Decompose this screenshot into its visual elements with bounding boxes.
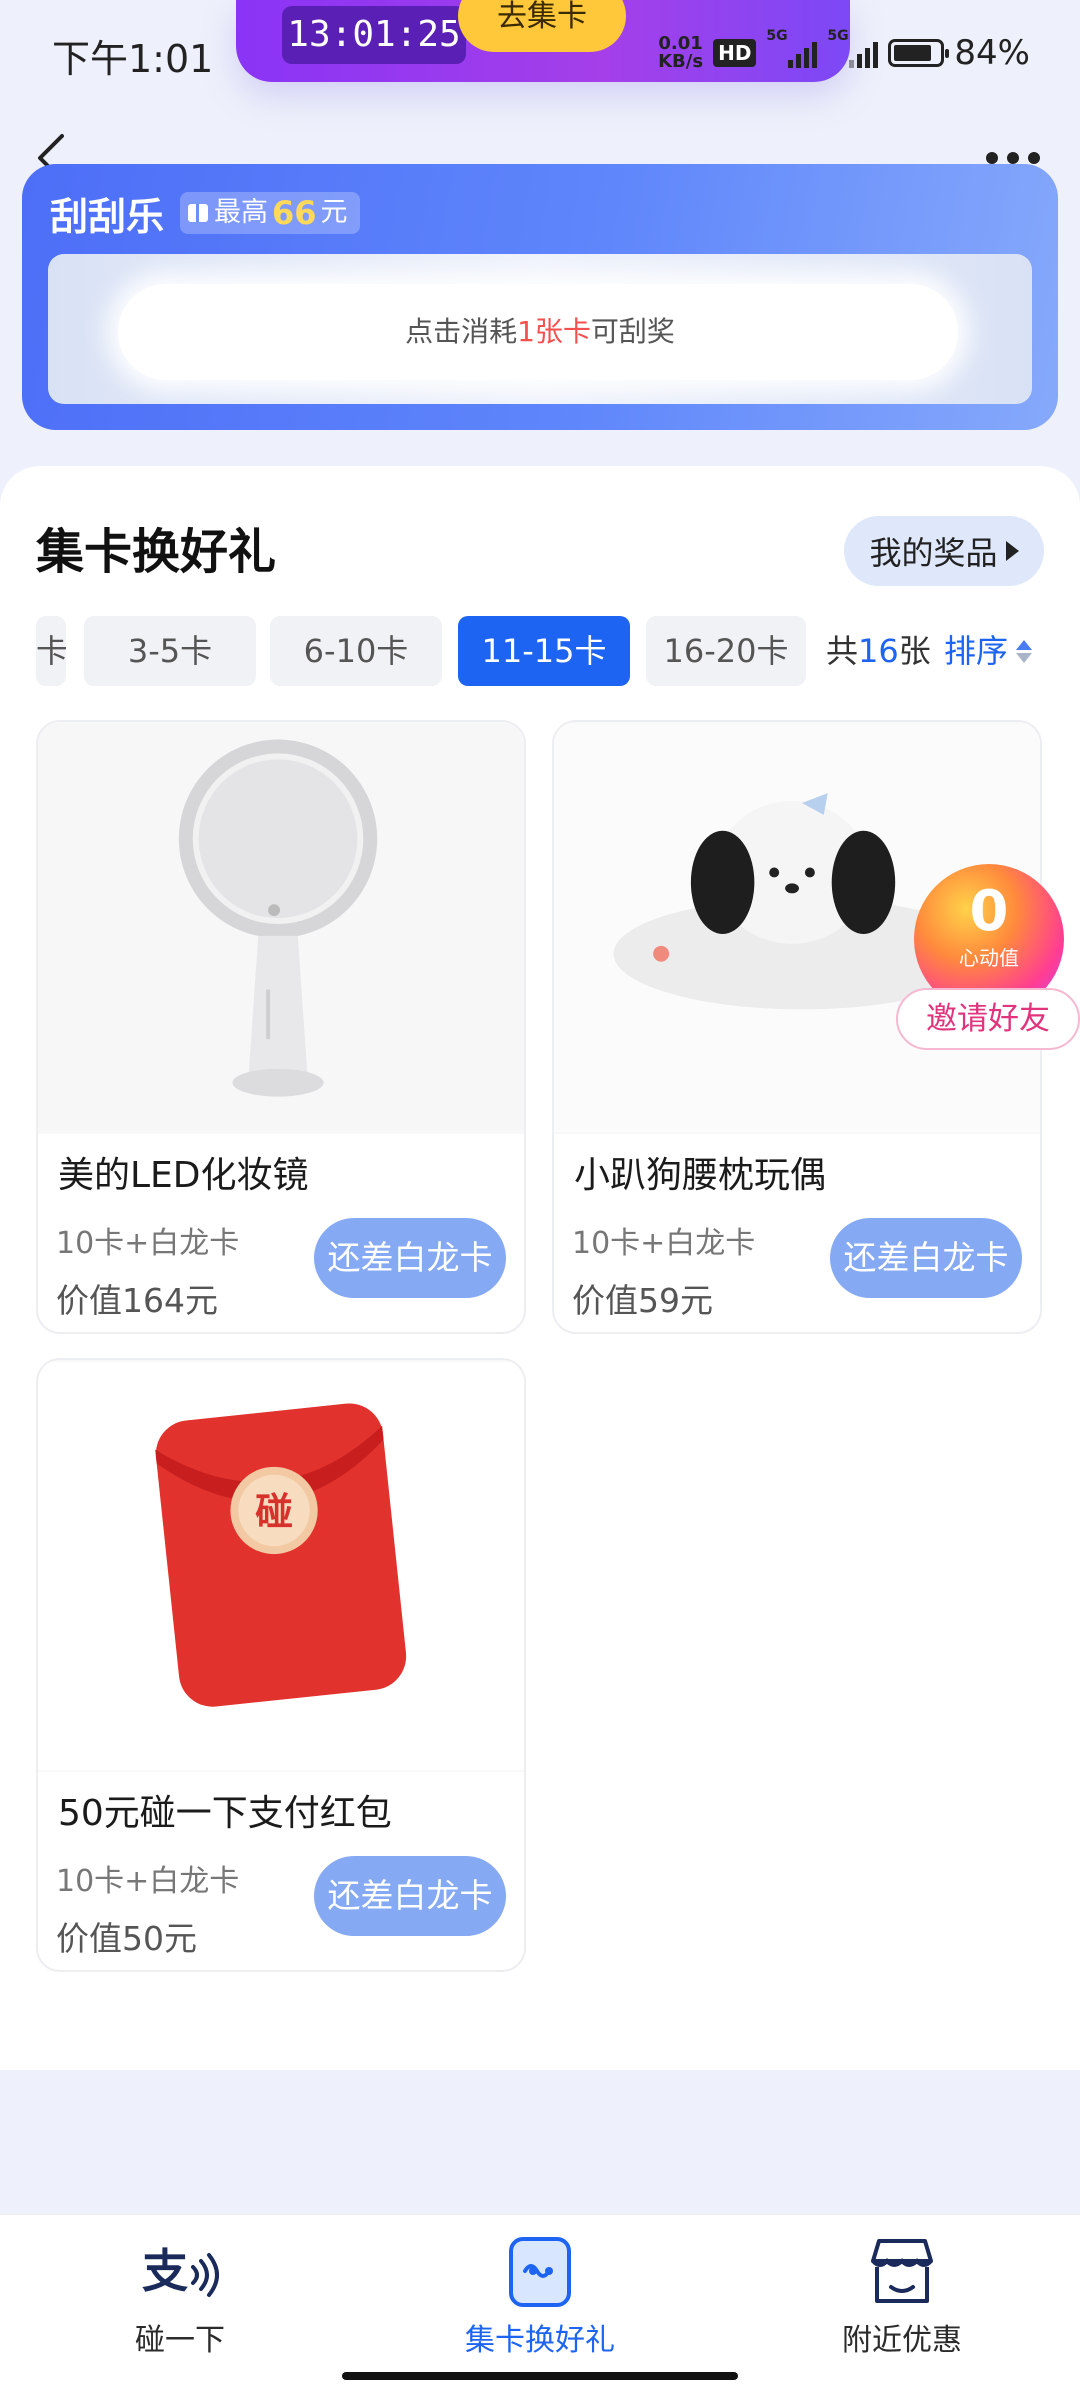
product-name: 美的LED化妆镜 (58, 1155, 309, 1196)
product-card[interactable]: 碰 50元碰一下支付红包 10卡+白龙卡 价值50元 还差白龙卡 (36, 1358, 526, 1972)
battery-icon (888, 39, 950, 67)
product-name: 小趴狗腰枕玩偶 (574, 1155, 827, 1196)
scratch-area[interactable]: 点击消耗1张卡可刮奖 (48, 254, 1032, 404)
tab-6-10[interactable]: 6-10卡 (270, 616, 442, 686)
tab-partial[interactable]: 卡 (36, 616, 66, 686)
product-value: 价值50元 (56, 1919, 197, 1958)
led-mirror-image (38, 722, 524, 1134)
scratch-title: 刮刮乐 (50, 195, 165, 239)
product-cost: 10卡+白龙卡 (56, 1226, 240, 1261)
nearby-store-icon (871, 2239, 933, 2303)
nav-item-nearby[interactable]: 附近优惠 (752, 2215, 1052, 2400)
tab-11-15[interactable]: 11-15卡 (458, 616, 630, 686)
battery-text: 84% (954, 33, 1030, 73)
red-packet-image: 碰 (38, 1360, 524, 1772)
product-cost: 10卡+白龙卡 (56, 1864, 240, 1899)
net-speed: 0.01 KB/s (658, 33, 704, 72)
product-value: 价值59元 (572, 1281, 713, 1320)
my-prize-button[interactable]: 我的奖品 (844, 516, 1044, 586)
battery-fill (894, 45, 932, 61)
card-range-tabs: 卡 3-5卡 6-10卡 11-15卡 16-20卡 共16张 排序 (36, 616, 1056, 686)
red-packet-seal-text: 碰 (255, 1489, 293, 1533)
signal-icon: 5G (827, 28, 879, 68)
signal-icon: 5G (766, 28, 818, 68)
product-value: 价值164元 (56, 1281, 218, 1320)
tab-3-5[interactable]: 3-5卡 (84, 616, 256, 686)
missing-card-button[interactable]: 还差白龙卡 (830, 1218, 1022, 1298)
invite-widget[interactable]: 0 心动值 邀请好友 (896, 864, 1080, 1054)
play-arrow-icon (1005, 541, 1019, 561)
status-time: 下午1:01 (52, 37, 214, 81)
status-indicators: 0.01 KB/s HD 5G 5G 84% (658, 28, 1030, 76)
scratch-hint: 点击消耗1张卡可刮奖 (405, 315, 675, 348)
sort-button[interactable]: 排序 (944, 616, 1033, 686)
svg-text:支: 支 (142, 2244, 188, 2298)
product-name: 50元碰一下支付红包 (58, 1793, 392, 1834)
invite-friends-button[interactable]: 邀请好友 (896, 988, 1080, 1050)
collect-card-button[interactable]: 去集卡 (458, 0, 626, 52)
product-cost: 10卡+白龙卡 (572, 1226, 756, 1261)
floating-timer: 13:01:25 (282, 6, 466, 64)
sort-icon (1016, 639, 1033, 663)
missing-card-button[interactable]: 还差白龙卡 (314, 1856, 506, 1936)
section-title: 集卡换好礼 (36, 524, 277, 580)
hd-icon: HD (713, 39, 757, 67)
product-card[interactable]: 美的LED化妆镜 10卡+白龙卡 价值164元 还差白龙卡 (36, 720, 526, 1334)
status-bar: 下午1:01 13:01:25 去集卡 0.01 KB/s HD 5G 5G 8… (0, 0, 1080, 110)
tab-16-20[interactable]: 16-20卡 (646, 616, 806, 686)
rewards-sheet: 集卡换好礼 我的奖品 卡 3-5卡 6-10卡 11-15卡 16-20卡 共1… (0, 466, 1080, 2070)
alipay-touch-icon: 支 (142, 2244, 219, 2298)
nav-item-touch[interactable]: 支 碰一下 (30, 2215, 330, 2400)
card-collect-icon (509, 2237, 571, 2307)
missing-card-button[interactable]: 还差白龙卡 (314, 1218, 506, 1298)
gift-icon (188, 204, 208, 222)
total-count: 共16张 (826, 632, 931, 670)
home-indicator (342, 2372, 738, 2380)
max-prize-badge: 最高 66 元 (180, 192, 360, 234)
scratch-card-panel: 刮刮乐 最高 66 元 点击消耗1张卡可刮奖 (22, 164, 1058, 430)
